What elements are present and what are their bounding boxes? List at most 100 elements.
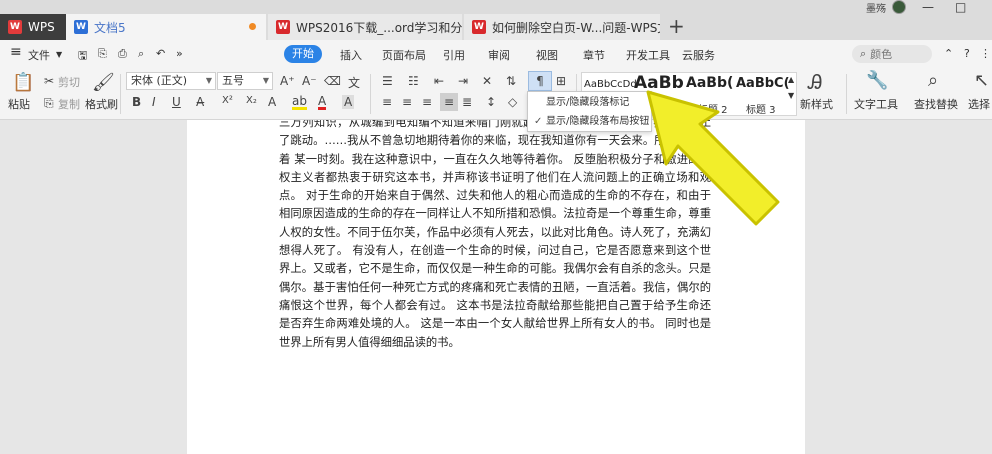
dropdown-item-label: 显示/隐藏段落标记 — [546, 97, 630, 108]
decrease-indent-icon[interactable]: ⇤ — [434, 74, 444, 88]
justify-icon[interactable]: ≡ — [440, 93, 458, 111]
tab-insert[interactable]: 插入 — [340, 47, 362, 63]
style-scroll-up-icon[interactable]: ▲ — [788, 75, 794, 84]
tab-view[interactable]: 视图 — [536, 47, 558, 63]
tab-label: 如何删除空白页-W...问题-WPS文字- — [492, 20, 660, 35]
font-name-select[interactable]: 宋体 (正文) ▼ — [126, 72, 216, 90]
tab-label: WPS2016下载_...ord学习和分享平台 — [296, 20, 462, 35]
font-name-value: 宋体 (正文) — [131, 74, 188, 87]
tab-section[interactable]: 章节 — [583, 47, 605, 63]
document-icon: W — [74, 20, 88, 34]
find-replace-icon[interactable]: ⌕ — [928, 70, 938, 91]
format-painter-icon[interactable]: 🖌 — [92, 72, 115, 93]
superscript-button[interactable]: X² — [222, 95, 233, 106]
collapse-ribbon-icon[interactable]: ⌃ — [944, 47, 953, 60]
tab-label: WPS — [28, 20, 55, 34]
new-tab-button[interactable]: + — [668, 14, 685, 38]
phonetic-icon[interactable]: 文 — [348, 74, 360, 91]
align-center-icon[interactable]: ≡ — [402, 95, 412, 109]
increase-indent-icon[interactable]: ⇥ — [458, 74, 468, 88]
distributed-align-icon[interactable]: ≣ — [462, 95, 472, 109]
print-preview-icon[interactable]: ⌕ — [138, 47, 144, 61]
new-style-icon[interactable]: Ꭿ — [808, 70, 822, 94]
strikethrough-icon[interactable]: A̶ — [196, 95, 204, 109]
title-bar: W WPS W 文档5 W WPS2016下载_...ord学习和分享平台 W … — [0, 0, 992, 40]
restore-button[interactable]: □ — [955, 0, 966, 14]
grow-font-button[interactable]: A⁺ — [280, 74, 295, 88]
bold-button[interactable]: B — [132, 95, 141, 109]
bullet-list-icon[interactable]: ☰ — [382, 74, 393, 88]
highlight-icon[interactable]: ab — [292, 95, 307, 110]
paste-button[interactable]: 粘贴 — [8, 96, 30, 112]
ribbon-start: 📋 粘贴 ✂ 剪切 ⎘ 复制 🖌 格式刷 宋体 (正文) ▼ 五号 ▼ A⁺ A… — [0, 68, 992, 120]
sort-icon[interactable]: ⇅ — [506, 74, 516, 88]
shading-icon[interactable]: ◇ — [508, 95, 517, 109]
italic-button[interactable]: I — [152, 95, 156, 109]
command-search[interactable]: ⌕ — [852, 45, 932, 63]
tab-reference[interactable]: 引用 — [443, 47, 465, 63]
underline-button[interactable]: U — [172, 95, 181, 109]
tab-wps-home[interactable]: W WPS — [0, 14, 66, 40]
numbered-list-icon[interactable]: ☷ — [408, 74, 419, 88]
chinese-layout-icon[interactable]: ✕ — [482, 74, 492, 88]
undo-icon[interactable]: ↶ — [156, 47, 165, 60]
font-size-select[interactable]: 五号 ▼ — [217, 72, 273, 90]
user-account[interactable]: 墨殇 — [866, 0, 906, 15]
style-heading2[interactable]: AaBb( — [686, 75, 733, 91]
tab-web-page-1[interactable]: W WPS2016下载_...ord学习和分享平台 — [268, 14, 462, 40]
copy-icon[interactable]: ⎘ — [44, 96, 54, 111]
text-tools-icon[interactable]: 🔧 — [866, 70, 888, 91]
text-effect-icon[interactable]: A — [268, 95, 276, 109]
menu-bar: ≡ 文件 ▼ 🖫 ⎘ ⎙ ⌕ ↶ » 开始 插入 页面布局 引用 审阅 视图 章… — [0, 40, 992, 68]
dropdown-item-show-layout-button[interactable]: ✓ 显示/隐藏段落布局按钮 — [534, 113, 649, 131]
undo-history-icon[interactable]: ⎘ — [98, 47, 107, 61]
select-button[interactable]: 选择 — [968, 96, 990, 112]
find-replace-button[interactable]: 查找替换 — [914, 96, 958, 112]
table-border-icon[interactable]: ⊞ — [556, 74, 566, 88]
dropdown-item-label: 显示/隐藏段落布局按钮 — [546, 116, 650, 127]
web-page-icon: W — [276, 20, 290, 34]
save-icon[interactable]: 🖫 — [78, 47, 87, 66]
tab-start[interactable]: 开始 — [284, 45, 322, 63]
tab-document[interactable]: W 文档5 — [66, 14, 266, 40]
dropdown-item-show-marks[interactable]: 显示/隐藏段落标记 — [534, 94, 629, 112]
tab-review[interactable]: 审阅 — [488, 47, 510, 63]
more-options[interactable]: ⋮ — [980, 47, 991, 60]
tab-web-page-2[interactable]: W 如何删除空白页-W...问题-WPS文字- — [464, 14, 660, 40]
chevron-down-icon: ▼ — [56, 50, 63, 59]
more-quick-access[interactable]: » — [176, 47, 183, 60]
style-normal[interactable]: AaBbCcDd — [584, 79, 637, 90]
font-color-icon[interactable]: A — [318, 95, 327, 110]
cut-icon[interactable]: ✂ — [44, 74, 54, 88]
tab-cloud[interactable]: 云服务 — [682, 47, 715, 63]
menu-file[interactable]: 文件 — [28, 47, 50, 63]
print-icon[interactable]: ⎙ — [118, 47, 127, 61]
help-icon[interactable]: ? — [964, 47, 970, 60]
text-tools-button[interactable]: 文字工具 — [854, 96, 898, 112]
copy-button[interactable]: 复制 — [58, 96, 80, 112]
clear-format-icon[interactable]: ⌫ — [324, 74, 341, 88]
search-input[interactable] — [870, 47, 921, 61]
paste-icon[interactable]: 📋 — [12, 72, 34, 93]
divider — [846, 74, 847, 114]
format-painter-button[interactable]: 格式刷 — [85, 96, 118, 112]
char-shading-icon[interactable]: A — [342, 95, 355, 109]
tab-page-layout[interactable]: 页面布局 — [382, 47, 426, 63]
line-spacing-icon[interactable]: ↕ — [486, 95, 496, 109]
new-style-button[interactable]: 新样式 — [800, 96, 833, 112]
menu-hamburger-icon[interactable]: ≡ — [10, 44, 22, 60]
subscript-button[interactable]: X₂ — [246, 95, 257, 106]
select-cursor-icon[interactable]: ↖ — [974, 70, 989, 91]
style-heading3[interactable]: AaBbC( — [736, 76, 790, 91]
show-hide-paragraph-icon[interactable]: ¶ — [528, 71, 552, 91]
align-left-icon[interactable]: ≡ — [382, 95, 392, 109]
tab-label: 文档5 — [94, 20, 126, 35]
align-right-icon[interactable]: ≡ — [422, 95, 432, 109]
shrink-font-button[interactable]: A⁻ — [302, 74, 317, 88]
cut-button[interactable]: 剪切 — [58, 74, 80, 90]
document-canvas: 🗎 ▾ 三万列知识，从城编到电知编不知道来帽门刚就起家，地知道…………… 我的心… — [0, 120, 992, 454]
tab-dev-tools[interactable]: 开发工具 — [626, 47, 670, 63]
wps-logo-icon: W — [8, 20, 22, 34]
minimize-button[interactable]: — — [922, 0, 934, 14]
font-size-value: 五号 — [222, 74, 244, 87]
